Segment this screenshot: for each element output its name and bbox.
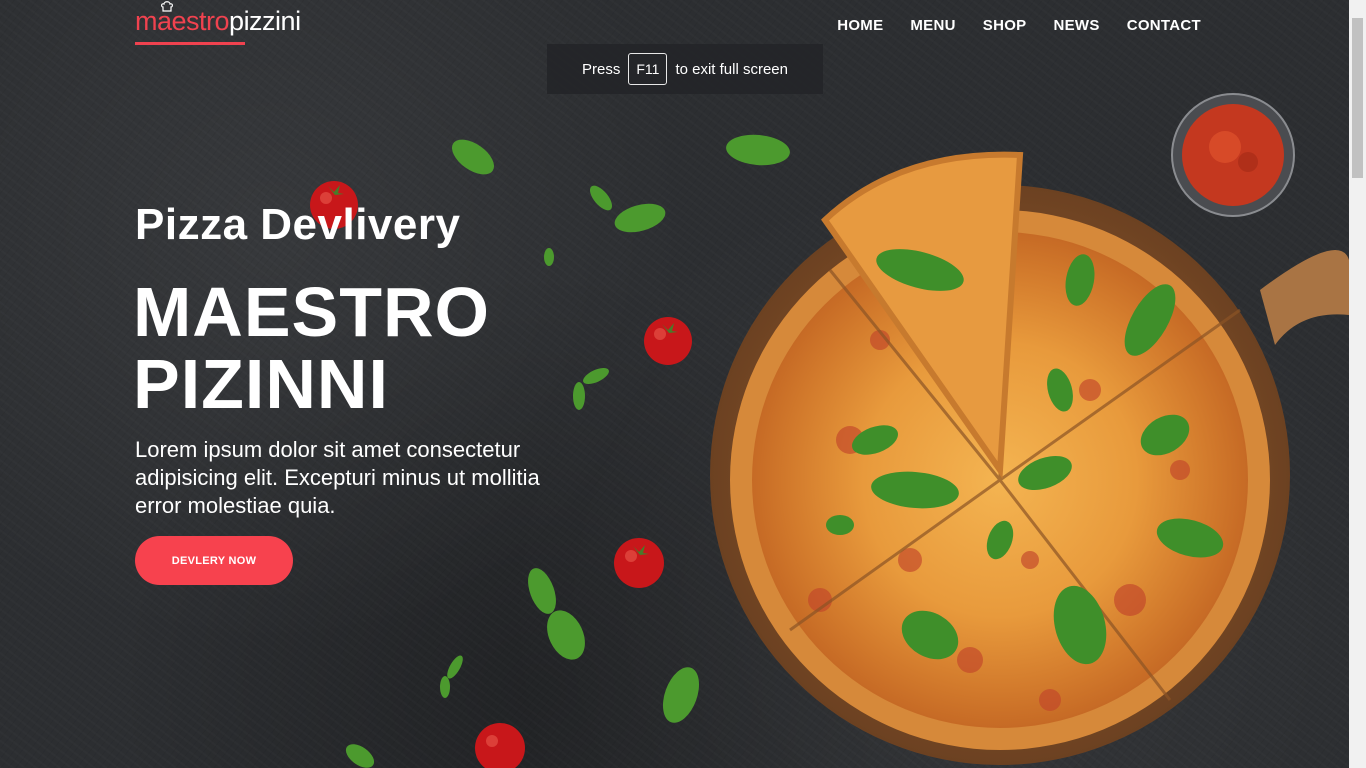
basil-leaf-image: [345, 744, 375, 768]
basil-leaf-image: [451, 139, 495, 175]
logo-text-maestro: maestro: [135, 6, 230, 36]
basil-leaf-image: [726, 134, 790, 166]
basil-leaf-image: [528, 568, 585, 660]
tomato-image: [614, 538, 664, 588]
hero-description: Lorem ipsum dolor sit amet consectetur a…: [135, 437, 540, 518]
hero-title: MAESTRO PIZINNI: [133, 276, 613, 420]
site-logo[interactable]: maestropizzini: [135, 1, 301, 45]
nav-menu[interactable]: MENU: [910, 17, 955, 34]
vertical-scrollbar[interactable]: [1349, 0, 1366, 768]
nav-shop[interactable]: SHOP: [983, 17, 1027, 34]
tomato-image: [475, 723, 525, 768]
basil-leaf-image: [662, 667, 700, 723]
hero-section: maestropizzini HOME MENU SHOP NEWS CONTA…: [0, 0, 1349, 768]
basil-leaf-image: [589, 185, 666, 233]
logo-text-pizzini: pizzini: [229, 6, 301, 36]
main-nav: HOME MENU SHOP NEWS CONTACT: [837, 17, 1201, 34]
basil-leaf-image: [440, 655, 463, 698]
f11-key-badge: F11: [628, 53, 668, 85]
fullscreen-notice: Press F11 to exit full screen: [547, 44, 823, 94]
hero-subtitle: Pizza Devlivery: [135, 200, 461, 249]
nav-contact[interactable]: CONTACT: [1127, 17, 1201, 34]
sauce-bowl-image: [1171, 93, 1295, 217]
scrollbar-thumb[interactable]: [1352, 18, 1363, 178]
fullscreen-notice-prefix: Press: [582, 60, 621, 78]
basil-leaf-image: [544, 248, 554, 266]
chef-hat-icon: [161, 1, 173, 12]
nav-home[interactable]: HOME: [837, 17, 883, 34]
fullscreen-notice-suffix: to exit full screen: [675, 60, 788, 78]
tomato-image: [644, 317, 692, 365]
nav-news[interactable]: NEWS: [1053, 17, 1099, 34]
delivery-now-button[interactable]: DEVLERY NOW: [135, 536, 293, 585]
hero-title-line2: PIZINNI: [133, 345, 389, 423]
pizza-image: [710, 151, 1349, 765]
logo-underline: [135, 42, 245, 45]
hero-title-line1: MAESTRO: [133, 273, 490, 351]
